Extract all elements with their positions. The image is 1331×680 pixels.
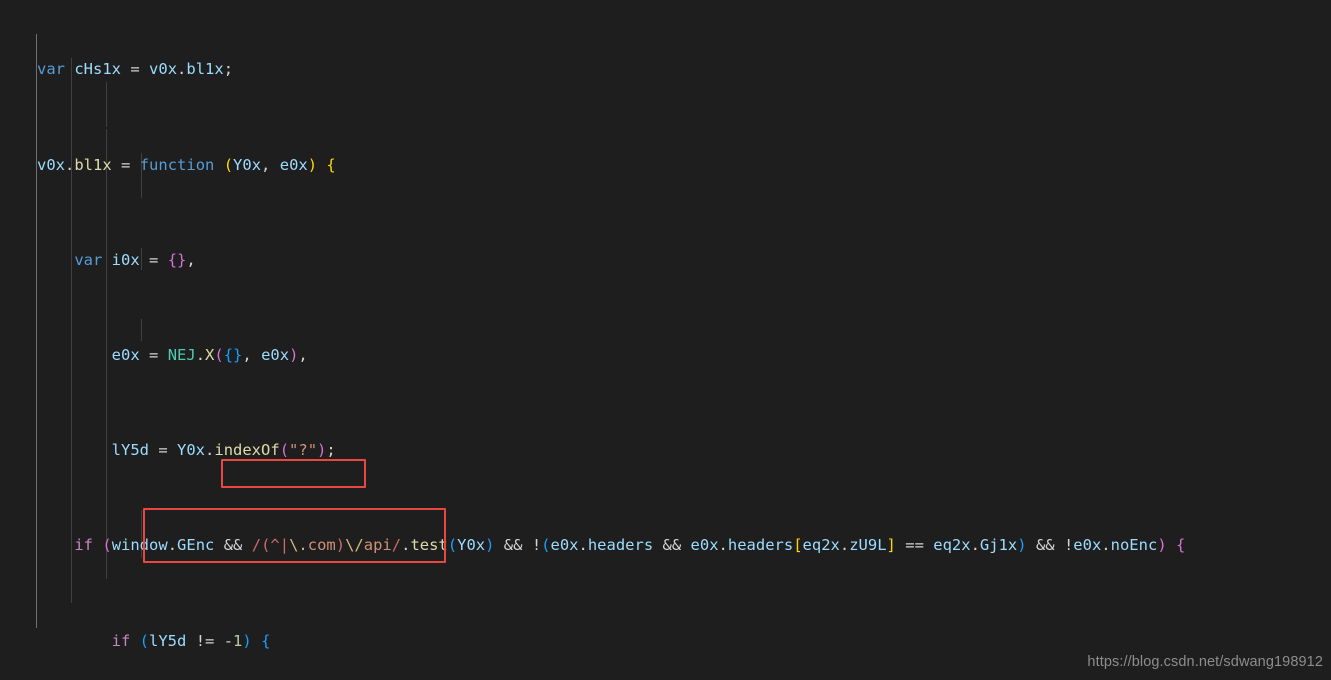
code-line[interactable]: lY5d = Y0x.indexOf("?"); — [0, 439, 1331, 463]
code-content[interactable]: var cHs1x = v0x.bl1x; v0x.bl1x = functio… — [0, 0, 1331, 680]
code-line[interactable]: if (lY5d != -1) { — [0, 630, 1331, 654]
watermark-url: https://blog.csdn.net/sdwang198912 — [1087, 654, 1323, 671]
code-editor-viewport[interactable]: var cHs1x = v0x.bl1x; v0x.bl1x = functio… — [0, 0, 1331, 680]
code-line[interactable]: var i0x = {}, — [0, 249, 1331, 273]
code-line[interactable]: if (window.GEnc && /(^|\.com)\/api/.test… — [0, 534, 1331, 558]
code-line[interactable]: e0x = NEJ.X({}, e0x), — [0, 344, 1331, 368]
code-line[interactable]: var cHs1x = v0x.bl1x; — [0, 58, 1331, 82]
code-line[interactable]: v0x.bl1x = function (Y0x, e0x) { — [0, 154, 1331, 178]
